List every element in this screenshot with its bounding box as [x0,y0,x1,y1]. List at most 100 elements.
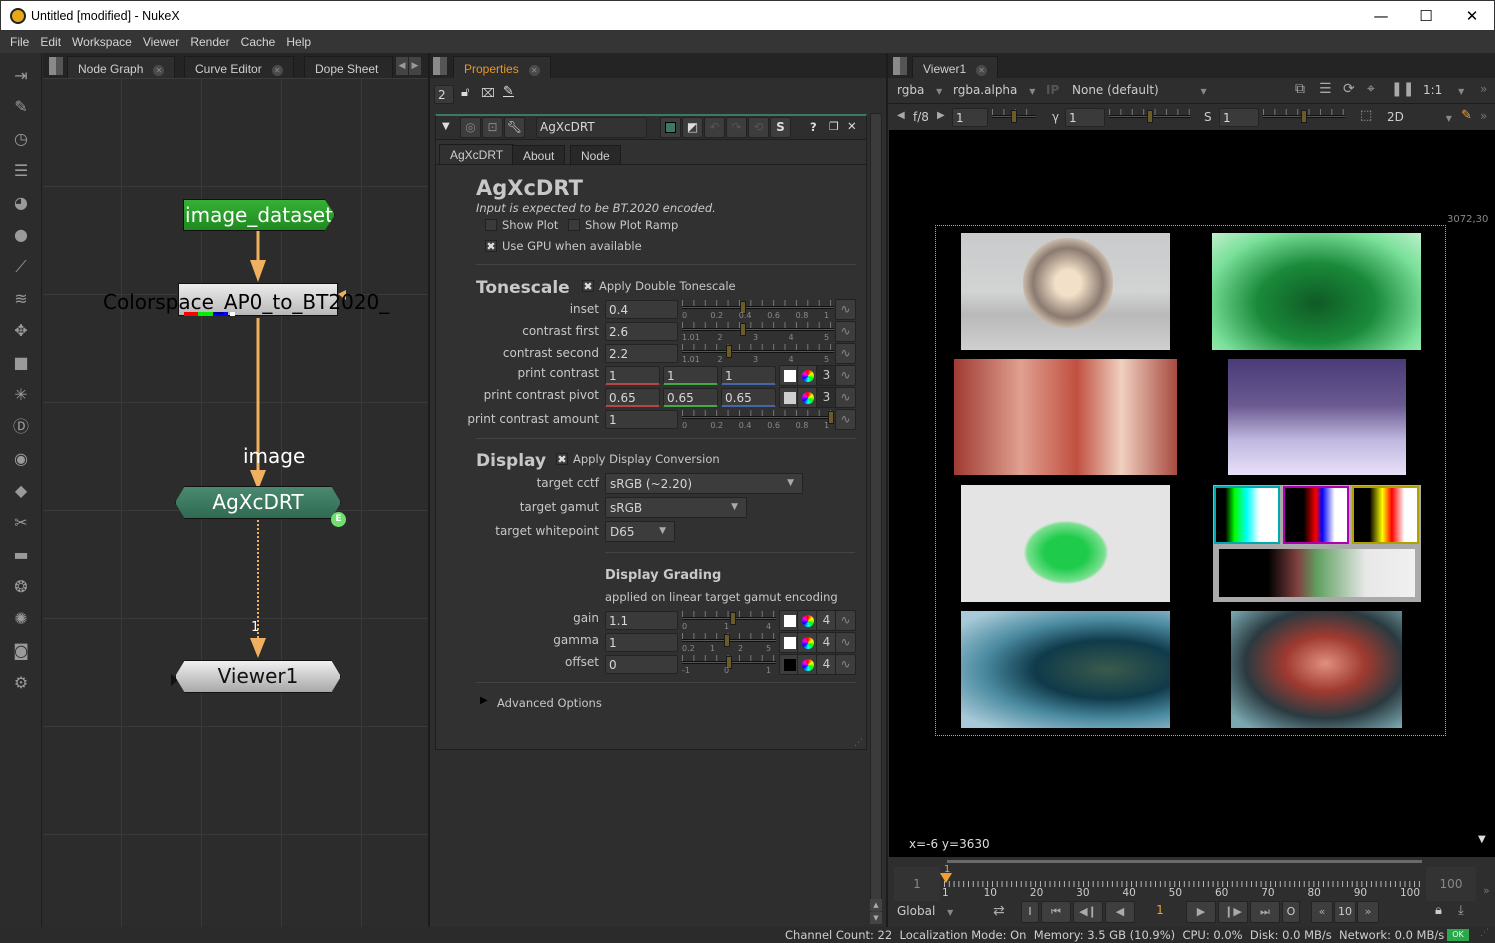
gl-color-button[interactable]: ◩ [682,117,703,138]
read-node-image-dataset[interactable]: image_dataset [183,199,335,231]
3d-icon[interactable]: ■ [10,352,32,374]
info-dropdown-icon[interactable]: ▼ [1478,834,1486,845]
alpha-channel-dropdown[interactable]: rgba.alpha ▼ [953,83,1035,97]
image-icon[interactable]: ⇥ [10,65,32,87]
toolsets-icon[interactable]: ✂ [10,512,32,534]
resize-grip-icon[interactable]: ⋰ [854,738,863,748]
viewer-gamma-field[interactable]: 1 [1065,108,1105,127]
undo-icon[interactable]: ↶ [704,117,725,138]
timeline-out-field[interactable]: 100 [1426,867,1476,901]
frame-increment-field[interactable]: 10 [1334,901,1356,923]
current-frame-field[interactable]: 1 [1137,903,1183,917]
tab-dope-sheet[interactable]: Dope Sheet [304,56,394,78]
print-contrast-curve-icon[interactable]: ∿ [835,365,856,386]
viewer-saturation-field[interactable]: 1 [1219,108,1259,127]
print-contrast-channels[interactable]: 3 [816,365,837,386]
roi-select-icon[interactable]: ⬚ [1360,108,1372,123]
slider-knob[interactable] [725,345,732,358]
print-contrast-r-field[interactable]: 1 [605,366,660,385]
slider-knob[interactable] [724,634,731,647]
input-view-icon[interactable]: ⊡ [482,117,503,138]
particles-icon[interactable]: ✳ [10,384,32,406]
slider-knob[interactable] [740,323,747,336]
playback-mode-icon[interactable]: ⇄ [993,903,1005,919]
use-gpu-checkbox[interactable]: ✖ [485,240,497,252]
target-gamut-dropdown[interactable]: sRGB ▼ [605,497,747,518]
gain-slider[interactable]: 0 1 4 [682,611,776,635]
transform-icon[interactable]: ✥ [10,320,32,342]
slider-knob[interactable] [730,612,737,625]
resize-grip-icon[interactable]: ⋰ [1480,928,1489,938]
target-cctf-dropdown[interactable]: sRGB (~2.20) ▼ [605,473,803,494]
skip-forward-icon[interactable]: » [1357,901,1379,923]
wrench-icon[interactable]: 🔧︎ [504,117,525,138]
ocula-icon[interactable]: ✺ [10,608,32,630]
print-pivot-g-field[interactable]: 0.65 [663,388,718,407]
expand-timeline-icon[interactable]: » [1483,884,1490,897]
views-icon[interactable]: ◉ [10,448,32,470]
expand-toolbar-icon[interactable]: » [1480,109,1487,123]
furnace-icon[interactable]: ❂ [10,576,32,598]
settings-s-icon[interactable]: S [770,117,791,138]
color-wheel-icon[interactable] [797,632,818,653]
gain-curve-icon[interactable]: ∿ [835,610,856,631]
cara-vr-icon[interactable]: ◙ [10,640,32,662]
color-wheel-icon[interactable] [797,654,818,675]
properties-scrollbar[interactable] [870,113,882,923]
minimize-button[interactable]: — [1358,1,1404,31]
close-tab-icon[interactable]: ✕ [528,65,540,76]
zoom-dropdown[interactable]: 1:1 ▼ [1423,83,1464,97]
fstop-down-icon[interactable]: ◀ [897,110,905,121]
close-button[interactable]: ✕ [1449,1,1495,31]
viewer-lut-dropdown[interactable]: None (default) ▼ [1072,83,1207,97]
revert-icon[interactable]: ⟲ [748,117,769,138]
expand-arrow-icon[interactable]: ▶ [480,695,488,706]
panel-menu-icon[interactable] [49,57,63,75]
tab-scroll-right-icon[interactable]: ▶ [409,57,421,75]
refresh-icon[interactable]: ⟳ [1343,81,1355,97]
scroll-down-icon[interactable]: ▼ [870,912,882,924]
next-keyframe-icon[interactable]: ❙▶ [1218,901,1248,923]
fstop-up-icon[interactable]: ▶ [937,110,945,121]
expand-toolbar-icon[interactable]: » [1480,82,1487,96]
close-tab-icon[interactable]: ✕ [153,65,165,76]
previous-keyframe-icon[interactable]: ◀❙ [1073,901,1103,923]
channel-icon[interactable]: ☰ [10,160,32,182]
print-contrast-amount-field[interactable]: 1 [605,410,678,429]
lock-range-icon[interactable]: 🔒︎ [1435,903,1442,918]
gamma-slider[interactable]: 0.2 1 2 5 [682,633,776,657]
node-color-button[interactable] [660,117,681,138]
draw-icon[interactable]: ✎ [10,96,32,118]
inset-field[interactable]: 0.4 [605,300,678,319]
viewer-gain-field[interactable]: 1 [952,108,988,127]
tab-scroll-left-icon[interactable]: ◀ [396,57,408,75]
apply-display-conversion-checkbox[interactable]: ✖ [556,453,568,465]
contrast-first-slider[interactable]: 1.01 2 3 4 5 [682,322,834,346]
apply-double-tonescale-checkbox[interactable]: ✖ [582,280,594,292]
metadata-icon[interactable]: ◆ [10,480,32,502]
set-out-point-button[interactable]: O [1282,901,1300,923]
print-contrast-b-field[interactable]: 1 [721,366,776,385]
menu-help[interactable]: Help [281,31,317,49]
other-icon[interactable]: ▬ [10,544,32,566]
pick-color-icon[interactable]: ✎ [1461,108,1472,123]
menu-workspace[interactable]: Workspace [67,31,138,49]
timeline-ruler[interactable]: 1 1 10 20 30 40 50 60 70 80 90 100 [940,864,1422,901]
tab-properties[interactable]: Properties ✕ [453,56,551,78]
step-back-icon[interactable]: ◀ [1105,901,1135,923]
scroll-up-icon[interactable]: ▲ [870,899,882,911]
offset-curve-icon[interactable]: ∿ [835,654,856,675]
print-contrast-g-field[interactable]: 1 [663,366,718,385]
node-tab-agxcdrt[interactable]: AgXcDRT [439,144,515,164]
viewer-canvas[interactable]: 3072,30 [889,130,1495,830]
node-tab-node[interactable]: Node [570,145,621,164]
clear-panels-icon[interactable]: ⌧ [481,86,495,100]
maximize-button[interactable]: ☐ [1403,1,1449,31]
contrast-second-field[interactable]: 2.2 [605,344,678,363]
inset-curve-icon[interactable]: ∿ [835,299,856,320]
print-pivot-channels[interactable]: 3 [816,387,837,408]
advanced-options-toggle[interactable]: Advanced Options [497,696,602,710]
print-pivot-b-field[interactable]: 0.65 [721,388,776,407]
agxcdrt-node[interactable]: AgXcDRT [175,486,341,519]
close-tab-icon[interactable]: ✕ [976,65,988,76]
